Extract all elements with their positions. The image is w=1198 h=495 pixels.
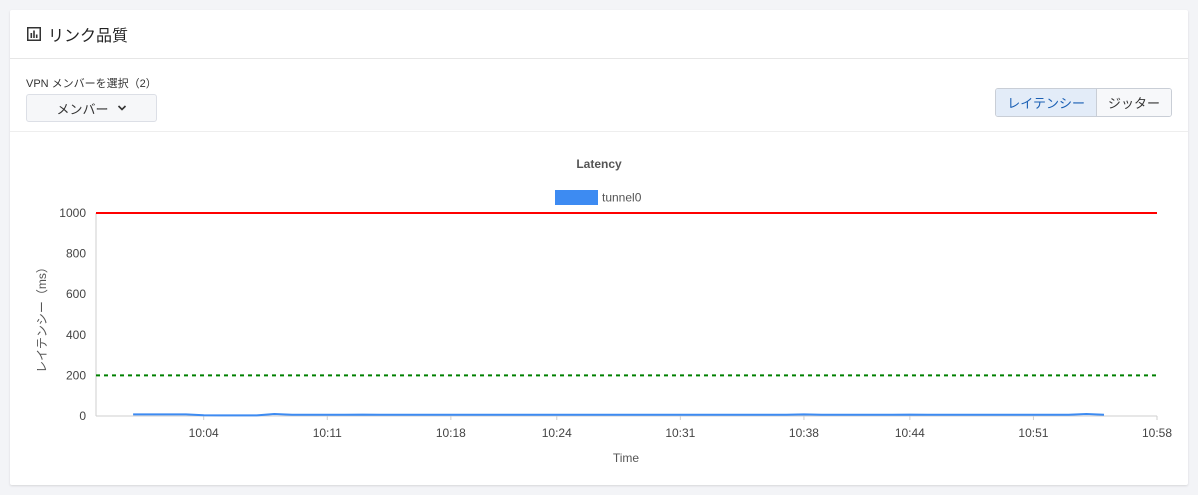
threshold-lines <box>96 212 1157 377</box>
chart-legend: tunnel0 <box>555 190 642 205</box>
metric-toggle-group: レイテンシー ジッター <box>995 88 1172 117</box>
y-axis-ticks: 0 200 400 600 800 1000 <box>59 206 86 423</box>
y-axis-label: レイテンシー（ms） <box>35 261 49 373</box>
x-axis-ticks: 10:04 10:11 10:18 10:24 10:31 10:38 10:44 10:51… <box>189 416 1172 440</box>
chart-svg: Latency tunnel0 02004006008001000 10:04 1… <box>35 157 1172 465</box>
member-select-label: VPN メンバーを選択（2） <box>26 78 157 90</box>
latency-chart: Latency tunnel0 0 200 400 600 800 1000 10:04 1… <box>10 131 1188 485</box>
member-select-button[interactable]: メンバー <box>26 94 157 122</box>
jitter-toggle-button[interactable]: ジッター <box>1096 89 1171 116</box>
legend-swatch-tunnel0 <box>555 190 598 205</box>
legend-label-tunnel0: tunnel0 <box>602 191 642 205</box>
x-tick-label: 10:38 <box>789 426 819 440</box>
x-axis-label: Time <box>613 451 640 465</box>
y-tick-label: 1000 <box>59 206 86 220</box>
bar-chart-icon <box>26 26 42 42</box>
chevron-down-icon <box>117 104 127 112</box>
y-tick-label: 800 <box>66 247 86 261</box>
link-quality-card: リンク品質 VPN メンバーを選択（2） メンバー レイテンシー ジッター La… <box>10 10 1188 485</box>
x-tick-label: 10:04 <box>189 426 219 440</box>
x-tick-label: 10:58 <box>1142 426 1172 440</box>
card-header: リンク品質 <box>10 10 1188 59</box>
x-tick-label: 10:31 <box>665 426 695 440</box>
member-select-button-label: メンバー <box>56 102 109 118</box>
x-tick-label: 10:51 <box>1018 426 1048 440</box>
x-tick-label: 10:18 <box>436 426 466 440</box>
series-lines <box>133 413 1105 417</box>
card-title: リンク品質 <box>48 26 129 45</box>
y-tick-label: 0 <box>79 409 86 423</box>
series-line-tunnel0 <box>133 413 1105 417</box>
x-tick-label: 10:24 <box>542 426 572 440</box>
y-tick-label: 600 <box>66 287 86 301</box>
controls-bar: VPN メンバーを選択（2） メンバー レイテンシー ジッター <box>10 59 1188 132</box>
chart-title: Latency <box>576 157 622 171</box>
x-tick-label: 10:11 <box>313 426 342 440</box>
latency-toggle-button[interactable]: レイテンシー <box>996 89 1097 116</box>
y-tick-label: 200 <box>66 368 86 382</box>
y-tick-label: 400 <box>66 328 86 342</box>
chart-axes <box>95 213 1157 417</box>
x-tick-label: 10:44 <box>895 426 925 440</box>
